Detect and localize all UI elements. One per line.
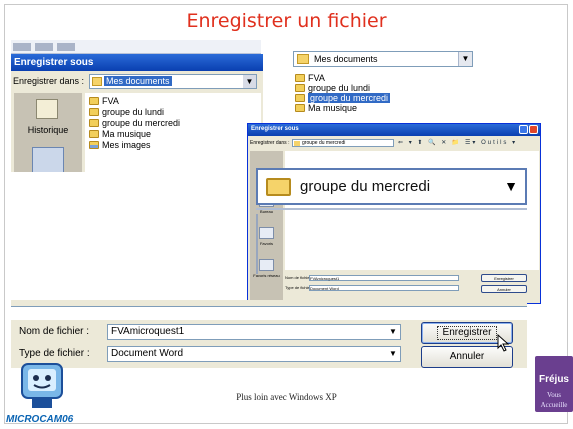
chevron-down-icon[interactable]: ▼ [386,347,400,361]
music-folder-icon [295,104,305,112]
save-in-value: Mes documents [104,76,172,86]
save-in-label: Enregistrer dans : [13,76,85,86]
filename-input[interactable]: FVAmicroquest1 ▼ [107,324,401,340]
divider [256,208,527,210]
zoomed-save-in-combo[interactable]: groupe du mercredi ▼ [256,168,527,205]
list-item[interactable]: Ma musique [89,128,257,139]
chevron-down-icon[interactable]: ▼ [458,52,472,66]
folder-icon [295,84,305,92]
frejus-logo-subtitle: Vous Accueille [540,391,568,409]
save-as-dialog: Enregistrer sous Enregistrer dans : Mes … [11,54,263,172]
folder-icon [266,178,291,196]
list-item[interactable]: groupe du lundi [295,83,390,93]
toolbar-icon [13,43,31,51]
inner-save-as-dialog: Enregistrer sous Enregistrer dans : grou… [247,123,541,304]
slide: Enregistrer un fichier Enregistrer sous … [0,0,573,429]
dialog-titlebar: Enregistrer sous [11,54,263,71]
file-list: FVA groupe du lundi groupe du mercredi M… [85,93,261,172]
chevron-down-icon[interactable]: ▼ [386,325,400,339]
folder-icon [294,141,300,146]
pane-edge [256,214,266,274]
list-item[interactable]: FVA [295,73,390,83]
inner-filetype-select[interactable]: Document Word [309,285,459,291]
frejus-logo-title: Fréjus [538,374,569,385]
folder-icon [92,77,102,86]
list-item[interactable]: Ma musique [295,103,390,113]
places-history-label[interactable]: Historique [14,125,82,135]
close-icon[interactable] [529,125,538,134]
folder-list: FVA groupe du lundi groupe du mercredi M… [295,73,391,113]
music-folder-icon [89,129,99,138]
folder-icon [297,54,309,64]
folder-icon [295,94,305,102]
pictures-folder-icon [89,140,99,149]
folder-icon [89,107,99,116]
mouse-cursor-icon [497,334,510,352]
save-as-dialog-bottom: Nom de fichier : FVAmicroquest1 ▼ Type d… [11,300,527,368]
list-item[interactable]: groupe du mercredi [89,117,257,128]
toolbar-icon [35,43,53,51]
folder-icon [295,74,305,82]
inner-cancel-button[interactable]: Annuler [481,285,527,293]
inner-save-in-label: Enregistrer dans : [250,140,290,146]
folder-dropdown-panel: Mes documents ▼ FVA groupe du lundi grou… [289,46,481,124]
list-item[interactable]: groupe du lundi [89,106,257,117]
list-item-selected[interactable]: groupe du mercredi [295,93,391,103]
places-bar: Historique [14,93,82,172]
list-item[interactable]: FVA [89,95,257,106]
desktop-folder-icon[interactable] [32,147,64,172]
location-combo[interactable]: Mes documents ▼ [293,51,473,67]
slide-title: Enregistrer un fichier [186,10,387,32]
filename-label: Nom de fichier : [19,326,90,337]
save-in-combo[interactable]: Mes documents ▼ [89,74,257,89]
places-favorites-label[interactable]: Favoris [250,241,283,246]
inner-save-button[interactable]: Enregistrer [481,274,527,282]
inner-filename-input[interactable]: FVAmicroquest1 [309,275,459,281]
folder-icon [89,118,99,127]
chevron-down-icon[interactable]: ▼ [243,75,256,88]
filetype-select[interactable]: Document Word ▼ [107,346,401,362]
inner-toolbar[interactable]: ⇐ ▾ ⬆ 🔍 ✕ 📁 ☰▾ Outils ▾ [398,139,517,146]
chevron-down-icon[interactable]: ▼ [499,172,523,201]
history-icon[interactable] [36,99,58,119]
toolbar-icon [57,43,75,51]
inner-dialog-titlebar: Enregistrer sous [248,124,540,136]
folder-icon [89,96,99,105]
microcam-logo-text: MICROCAM06 [6,414,74,425]
help-icon[interactable] [519,125,528,134]
inner-save-in-combo[interactable]: groupe du mercredi [292,139,394,147]
frejus-logo: Fréjus Vous Accueille [535,356,573,412]
places-network-label[interactable]: Favoris réseau [250,273,283,278]
file-list-bottom-edge [11,306,527,320]
background-toolbar [11,40,261,54]
list-item[interactable]: Mes images [89,139,257,150]
